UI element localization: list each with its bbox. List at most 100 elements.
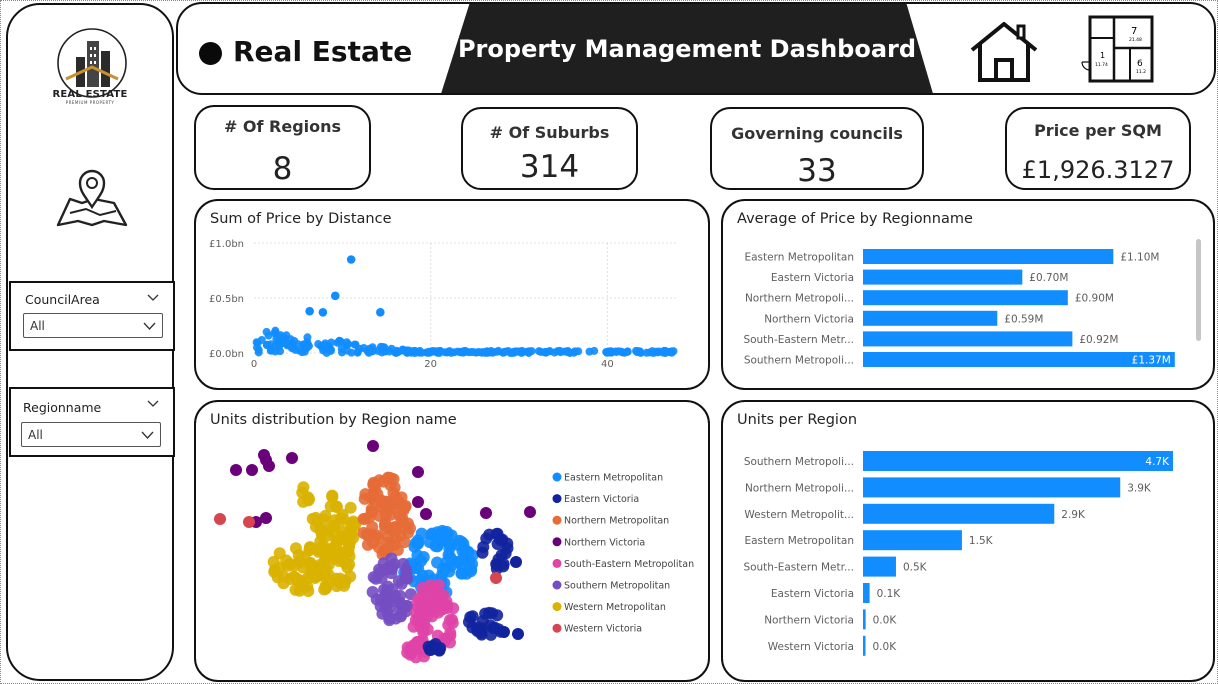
brand-title: Real Estate [233, 35, 413, 68]
map-point [524, 506, 536, 518]
kpi-label: # Of Suburbs [489, 123, 610, 142]
kpi-value: £1,926.3127 [1021, 156, 1175, 184]
scatter-point [376, 308, 385, 317]
legend-label: Eastern Victoria [564, 494, 639, 505]
region-map[interactable]: Eastern Metropolitan Eastern Victoria Nort… [196, 402, 708, 680]
scatter-point [585, 347, 594, 356]
slicer-title: Regionname [23, 400, 102, 415]
scatter-point [337, 348, 346, 357]
scatter-point [444, 347, 453, 356]
scatter-chart[interactable]: £0.0bn £0.5bn £1.0bn 0 20 40 [196, 201, 708, 388]
map-point [301, 491, 314, 504]
legend-label: Eastern Metropolitan [564, 473, 663, 484]
regionname-dropdown[interactable]: All [21, 422, 161, 447]
map-point [415, 554, 428, 567]
scatter-point [318, 308, 328, 317]
bar [863, 331, 1073, 347]
map-point [490, 572, 502, 584]
scatter-point [387, 344, 396, 353]
map-point [384, 472, 397, 485]
map-point [443, 538, 456, 551]
legend-label: Northern Victoria [564, 537, 645, 548]
scatter-point [623, 347, 632, 356]
map-pin-icon [56, 169, 128, 227]
chevron-down-icon[interactable] [147, 397, 159, 409]
map-point [263, 460, 275, 472]
map-point [455, 567, 468, 580]
scatter-point [426, 348, 435, 357]
scatter-point [661, 346, 670, 355]
category-label: Eastern Victoria [771, 272, 854, 284]
map-point [413, 592, 426, 605]
bar [863, 503, 1055, 524]
legend-marker [552, 602, 562, 612]
category-label: Eastern Metropolitan [744, 252, 854, 264]
x-tick-label: 20 [424, 359, 437, 370]
category-label: Northern Metropoli... [745, 293, 854, 305]
avg-price-bar-chart[interactable]: Eastern Metropolitan £1.10M Eastern Victor… [723, 201, 1213, 388]
logo-name: REAL ESTATE [52, 89, 128, 100]
map-point [243, 516, 255, 528]
chevron-down-icon[interactable] [147, 291, 159, 303]
map-point [385, 567, 398, 580]
room-area: 11.74 [1095, 62, 1108, 68]
scatter-chart-panel[interactable]: Sum of Price by Distance £0.0bn £0.5bn £1.… [194, 199, 710, 390]
y-tick-label: £0.0bn [209, 349, 244, 360]
chevron-down-icon [141, 431, 154, 439]
scatter-point [253, 339, 262, 348]
chart-scrollbar[interactable] [1196, 239, 1201, 341]
category-label: Northern Victoria [764, 614, 854, 626]
map-point [345, 520, 358, 533]
map-point [268, 565, 281, 578]
map-point [286, 452, 298, 464]
map-point [415, 527, 428, 540]
scatter-point [525, 347, 534, 356]
legend-marker [552, 515, 562, 525]
bar [863, 352, 1175, 367]
map-point [462, 545, 475, 558]
brand-dot-icon [199, 42, 222, 65]
units-chart-panel[interactable]: Units per Region Southern Metropoli... 4.… [721, 400, 1215, 682]
room-area: 21.48 [1129, 37, 1142, 43]
floor-plan-icon[interactable]: 1 11.74 7 21.48 6 11.2 [1078, 14, 1156, 86]
map-point [405, 641, 418, 654]
bar [863, 249, 1114, 264]
scatter-point [461, 346, 470, 355]
x-tick-label: 40 [601, 359, 614, 370]
map-point [441, 602, 454, 615]
data-label: £1.37M [1132, 355, 1171, 367]
kpi-regions: # Of Regions 8 [194, 105, 371, 190]
map-point [431, 536, 444, 549]
chevron-down-icon [143, 322, 156, 330]
legend-label: Western Metropolitan [564, 602, 666, 613]
map-point [373, 566, 386, 579]
map-point [334, 576, 347, 589]
scatter-point [281, 334, 290, 343]
scatter-point [494, 346, 503, 355]
units-bar-chart[interactable]: Southern Metropoli... 4.7K Northern Metrop… [723, 402, 1213, 680]
map-chart-panel[interactable]: Units distribution by Region name Easter… [194, 400, 710, 682]
scatter-point [398, 345, 407, 354]
data-label: 0.0K [873, 641, 898, 653]
map-point [381, 607, 394, 620]
map-point [316, 524, 329, 537]
category-label: Eastern Victoria [771, 588, 854, 600]
map-point [344, 501, 357, 514]
council-area-dropdown[interactable]: All [23, 313, 163, 338]
scatter-point [477, 348, 486, 357]
scatter-point [326, 346, 335, 355]
avg-price-chart-panel[interactable]: Average of Price by Regionname Eastern M… [721, 199, 1215, 390]
home-icon[interactable] [968, 20, 1040, 84]
scatter-point [319, 341, 328, 350]
map-point [365, 491, 378, 504]
map-point [304, 558, 317, 571]
x-tick-label: 0 [251, 359, 257, 370]
map-point [486, 607, 499, 620]
category-label: Southern Metropoli... [744, 355, 854, 367]
legend-label: Southern Metropolitan [564, 581, 670, 592]
data-label: £0.92M [1079, 334, 1118, 346]
scatter-point [346, 255, 356, 264]
map-point [476, 546, 489, 559]
kpi-price-per-sqm: Price per SQM £1,926.3127 [1005, 107, 1191, 190]
map-point [306, 512, 319, 525]
